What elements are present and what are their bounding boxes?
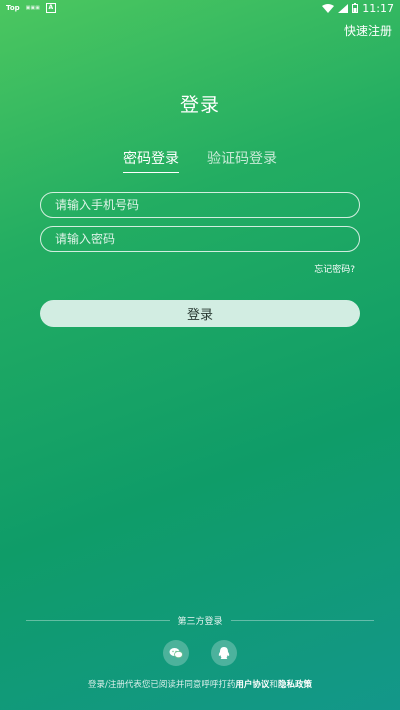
- status-left: Top ▣▣▣ A: [6, 3, 56, 13]
- third-party-label: 第三方登录: [177, 617, 223, 627]
- battery-icon: [352, 3, 359, 13]
- app-badge-icon: A: [45, 3, 56, 13]
- password-input[interactable]: [53, 231, 347, 247]
- qq-icon: [218, 646, 230, 659]
- phone-input[interactable]: [53, 197, 347, 213]
- agreement-prefix: 登录/注册代表您已阅读并同意呼呼打药: [88, 680, 236, 690]
- agreement-conjunction: 和: [269, 680, 278, 690]
- password-field[interactable]: [40, 226, 360, 252]
- tab-password-login[interactable]: 密码登录: [123, 148, 179, 173]
- user-agreement-link[interactable]: 用户协议: [235, 680, 269, 690]
- phone-field[interactable]: [40, 192, 360, 218]
- notification-icon: ▣▣▣: [25, 5, 40, 11]
- login-button[interactable]: 登录: [40, 300, 360, 327]
- agreement-text: 登录/注册代表您已阅读并同意呼呼打药用户协议和隐私政策: [0, 678, 400, 690]
- wifi-icon: [322, 3, 335, 13]
- quick-register-link[interactable]: 快速注册: [344, 22, 392, 39]
- carrier-label: Top: [6, 4, 20, 12]
- forgot-password-link[interactable]: 忘记密码?: [314, 262, 355, 275]
- page-title: 登录: [179, 94, 220, 116]
- tab-code-login[interactable]: 验证码登录: [207, 148, 277, 173]
- wechat-login-button[interactable]: [163, 640, 189, 666]
- status-right: 11:17: [322, 2, 394, 15]
- login-tabs: 密码登录 验证码登录: [0, 148, 400, 173]
- third-party-divider: 第三方登录: [26, 614, 375, 627]
- wechat-icon: [169, 648, 183, 659]
- qq-login-button[interactable]: [211, 640, 237, 666]
- status-bar: Top ▣▣▣ A 11:17: [0, 0, 400, 16]
- divider-line: [26, 620, 170, 621]
- divider-line: [230, 620, 375, 621]
- clock: 11:17: [362, 1, 394, 15]
- signal-icon: [338, 3, 349, 13]
- privacy-policy-link[interactable]: 隐私政策: [278, 680, 312, 690]
